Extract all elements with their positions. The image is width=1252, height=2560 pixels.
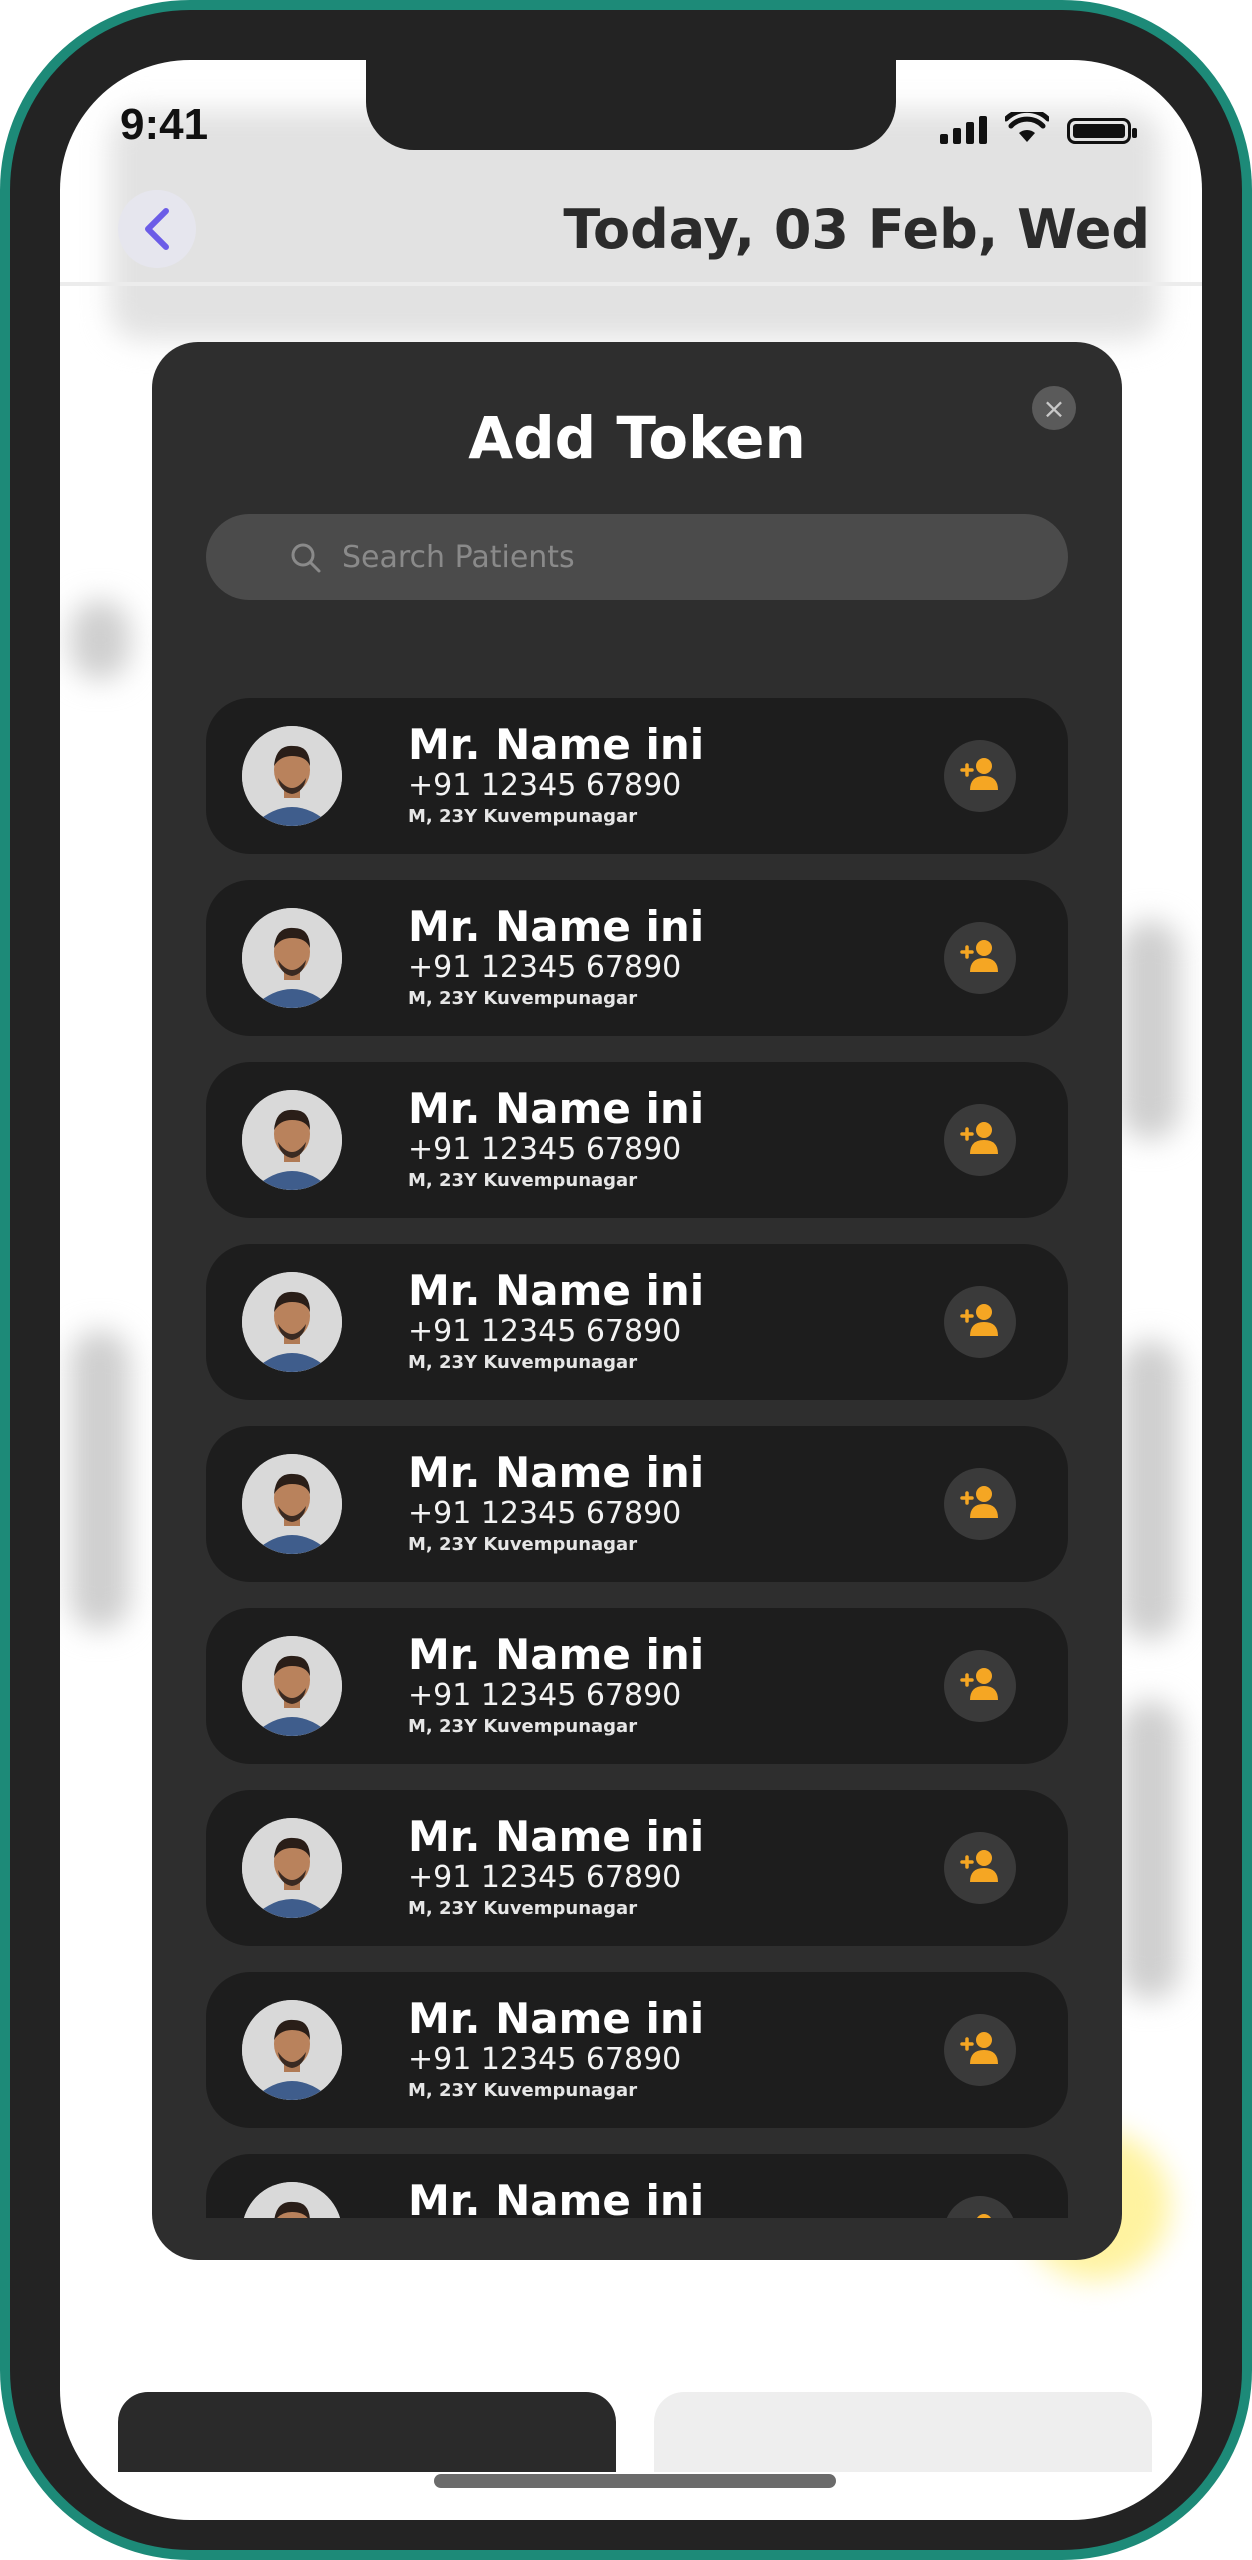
add-person-icon (958, 1484, 1002, 1524)
add-person-icon (958, 2212, 1002, 2218)
background-card (1120, 1340, 1180, 1640)
patient-details: M, 23Y Kuvempunagar (408, 2080, 638, 2101)
add-patient-button[interactable] (944, 1468, 1016, 1540)
patient-name: Mr. Name ini (408, 1630, 705, 1679)
close-icon: × (1042, 391, 1066, 425)
chevron-left-icon (145, 208, 169, 250)
avatar (242, 726, 342, 826)
close-button[interactable]: × (1032, 386, 1076, 430)
patient-name: Mr. Name ini (408, 2176, 705, 2218)
patient-phone: +91 12345 67890 (408, 2042, 682, 2077)
search-icon (291, 543, 321, 573)
patient-phone: +91 12345 67890 (408, 1496, 682, 1531)
patient-card[interactable]: Mr. Name ini +91 12345 67890 M, 23Y Kuve… (206, 1426, 1068, 1582)
screen: 9:41 Today, 03 Feb, Wed Add Token × Sear… (60, 60, 1202, 2520)
patient-name: Mr. Name ini (408, 1266, 705, 1315)
patient-phone: +91 12345 67890 (408, 1678, 682, 1713)
patient-phone: +91 12345 67890 (408, 1314, 682, 1349)
avatar (242, 1272, 342, 1372)
add-person-icon (958, 1666, 1002, 1706)
add-patient-button[interactable] (944, 2196, 1016, 2218)
search-bar[interactable] (206, 514, 1068, 600)
add-patient-button[interactable] (944, 1832, 1016, 1904)
avatar (242, 1454, 342, 1554)
patient-card[interactable]: Mr. Name ini +91 12345 67890 M, 23Y Kuve… (206, 2154, 1068, 2218)
add-patient-button[interactable] (944, 1650, 1016, 1722)
avatar (242, 2000, 342, 2100)
patient-name: Mr. Name ini (408, 1084, 705, 1133)
patient-name: Mr. Name ini (408, 720, 705, 769)
patient-phone: +91 12345 67890 (408, 1132, 682, 1167)
status-time: 9:41 (120, 100, 209, 149)
add-patient-button[interactable] (944, 2014, 1016, 2086)
avatar (242, 1818, 342, 1918)
status-icons (940, 112, 1137, 144)
search-input[interactable] (340, 538, 984, 576)
patient-details: M, 23Y Kuvempunagar (408, 806, 638, 827)
patient-details: M, 23Y Kuvempunagar (408, 1898, 638, 1919)
add-patient-button[interactable] (944, 1104, 1016, 1176)
add-person-icon (958, 1120, 1002, 1160)
avatar (242, 2182, 342, 2218)
patient-name: Mr. Name ini (408, 1812, 705, 1861)
patient-phone: +91 12345 67890 (408, 768, 682, 803)
patient-card[interactable]: Mr. Name ini +91 12345 67890 M, 23Y Kuve… (206, 1244, 1068, 1400)
avatar (242, 908, 342, 1008)
patient-phone: +91 12345 67890 (408, 950, 682, 985)
header-date: Today, 03 Feb, Wed (563, 198, 1150, 261)
patient-card[interactable]: Mr. Name ini +91 12345 67890 M, 23Y Kuve… (206, 1062, 1068, 1218)
add-person-icon (958, 938, 1002, 978)
patient-details: M, 23Y Kuvempunagar (408, 1352, 638, 1373)
patient-card[interactable]: Mr. Name ini +91 12345 67890 M, 23Y Kuve… (206, 1608, 1068, 1764)
wifi-icon (1005, 112, 1049, 142)
add-token-modal: Add Token × Mr. Name ini +91 12345 67890… (152, 342, 1122, 2260)
avatar (242, 1636, 342, 1736)
patient-card[interactable]: Mr. Name ini +91 12345 67890 M, 23Y Kuve… (206, 698, 1068, 854)
patient-name: Mr. Name ini (408, 902, 705, 951)
header-divider (60, 282, 1202, 286)
add-person-icon (958, 756, 1002, 796)
bottom-right-button[interactable] (654, 2392, 1152, 2472)
patient-details: M, 23Y Kuvempunagar (408, 1716, 638, 1737)
patient-card[interactable]: Mr. Name ini +91 12345 67890 M, 23Y Kuve… (206, 880, 1068, 1036)
background-card (70, 600, 130, 680)
background-card (1120, 920, 1180, 1140)
patient-list[interactable]: Mr. Name ini +91 12345 67890 M, 23Y Kuve… (206, 698, 1068, 2218)
device-frame: 9:41 Today, 03 Feb, Wed Add Token × Sear… (10, 10, 1242, 2550)
patient-details: M, 23Y Kuvempunagar (408, 988, 638, 1009)
patient-phone: +91 12345 67890 (408, 1860, 682, 1895)
modal-title: Add Token (468, 404, 806, 472)
signal-icon (940, 116, 987, 144)
patient-card[interactable]: Mr. Name ini +91 12345 67890 M, 23Y Kuve… (206, 1972, 1068, 2128)
add-person-icon (958, 2030, 1002, 2070)
back-button[interactable] (118, 190, 196, 268)
battery-icon (1067, 118, 1137, 144)
patient-card[interactable]: Mr. Name ini +91 12345 67890 M, 23Y Kuve… (206, 1790, 1068, 1946)
add-patient-button[interactable] (944, 922, 1016, 994)
patient-details: M, 23Y Kuvempunagar (408, 1170, 638, 1191)
patient-name: Mr. Name ini (408, 1994, 705, 2043)
add-person-icon (958, 1848, 1002, 1888)
add-person-icon (958, 1302, 1002, 1342)
home-indicator (434, 2474, 836, 2488)
bottom-left-button[interactable] (118, 2392, 616, 2472)
background-card (70, 1330, 130, 1630)
background-card (1120, 1700, 1180, 2000)
notch (366, 60, 896, 150)
add-patient-button[interactable] (944, 740, 1016, 812)
add-patient-button[interactable] (944, 1286, 1016, 1358)
patient-name: Mr. Name ini (408, 1448, 705, 1497)
device-bezel: 9:41 Today, 03 Feb, Wed Add Token × Sear… (0, 0, 1252, 2560)
avatar (242, 1090, 342, 1190)
patient-details: M, 23Y Kuvempunagar (408, 1534, 638, 1555)
